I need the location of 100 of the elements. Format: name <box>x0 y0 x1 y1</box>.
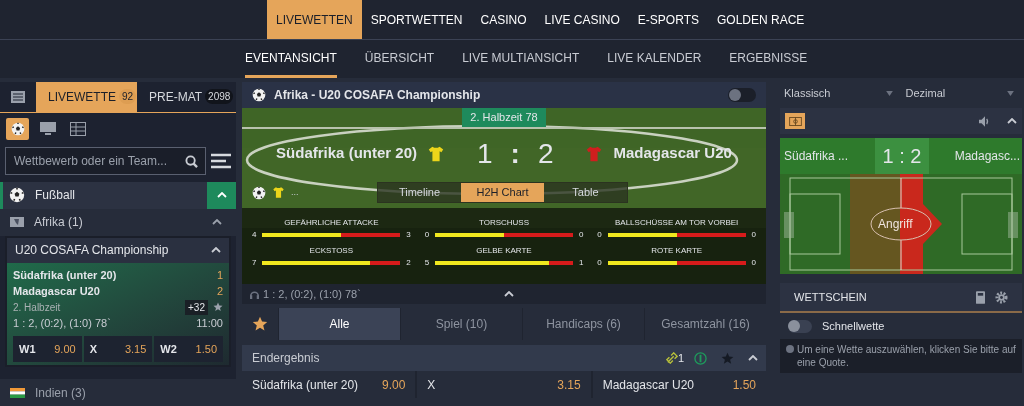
score: 1 : 2 <box>874 138 930 174</box>
nav-tab[interactable]: LIVE CASINO <box>535 0 629 39</box>
stat-value: 0 <box>597 256 602 269</box>
jersey-icon <box>272 186 285 199</box>
stat-value: 4 <box>252 228 257 241</box>
score: 2 <box>537 136 554 171</box>
stat-label: GELBE KARTE <box>476 244 532 257</box>
toggle-switch[interactable] <box>788 319 812 333</box>
odds-value: 1.50 <box>195 341 217 357</box>
jersey-icon <box>427 144 445 163</box>
chevron-up-icon <box>216 192 227 199</box>
odds-button[interactable]: W1 9.00 <box>13 336 82 363</box>
odds-label: W1 <box>19 341 36 357</box>
star-icon[interactable] <box>213 302 223 313</box>
sub-nav-tab[interactable]: LIVE KALENDER <box>607 40 702 78</box>
event-info: 1 : 2, (0:2), (1:0) 78` <box>263 286 362 302</box>
search-field[interactable]: Wettbewerb oder ein Team... <box>5 146 206 175</box>
stat-value: 0 <box>424 228 430 241</box>
football-icon <box>9 187 25 204</box>
score: 1 <box>216 267 223 283</box>
odds-button[interactable]: W2 1.50 <box>154 336 223 363</box>
sidebar-tab[interactable]: LIVEWETTE 92 <box>36 82 137 112</box>
chevron-up-icon <box>212 219 222 226</box>
count-badge: 2098 <box>205 89 234 105</box>
nav-tab[interactable]: SPORTWETTEN <box>361 0 472 39</box>
collapse-button[interactable] <box>207 181 236 209</box>
football-icon <box>10 121 25 136</box>
search-icon[interactable] <box>185 154 198 168</box>
sub-nav-tab[interactable]: LIVE MULTIANSICHT <box>462 40 580 78</box>
nav-tab[interactable]: E-SPORTS <box>628 0 708 39</box>
region-name[interactable]: Indien (3) <box>35 383 86 402</box>
view-tab[interactable]: H2H Chart <box>461 183 544 202</box>
list-icon[interactable] <box>11 90 25 103</box>
calculator-icon[interactable] <box>976 290 985 304</box>
team-name: Südafrika (unter 20) <box>276 143 417 164</box>
menu-icon[interactable] <box>211 152 231 169</box>
toggle-label: Schnellwette <box>822 318 885 334</box>
stat-label: TORSCHUSS <box>478 216 530 229</box>
market-tab[interactable]: Spiel (10) <box>401 308 522 340</box>
link-icon[interactable] <box>665 352 678 364</box>
sidebar-tab[interactable]: PRE-MAT 2098 <box>137 82 236 112</box>
field-view-button[interactable] <box>785 113 805 129</box>
nav-tab[interactable]: GOLDEN RACE <box>707 0 814 39</box>
odds-value: 9.00 <box>54 341 76 357</box>
odds-button[interactable]: Madagascar U20 1.50 <box>592 371 766 398</box>
star-icon <box>252 316 268 332</box>
stat-value: 2 <box>406 256 411 269</box>
stat-value: 0 <box>597 228 602 241</box>
odds-button[interactable]: X 3.15 <box>417 371 591 398</box>
toggle-switch[interactable] <box>728 88 756 102</box>
stat-label: BALLSCHÜSSE AM TOR VORBEI <box>615 216 739 229</box>
more-markets-badge[interactable]: +32 <box>185 299 208 315</box>
betslip-hint: Um eine Wette auszuwählen, klicken Sie bitte auf eine Quote. <box>797 343 1016 369</box>
filter-toggle[interactable] <box>6 117 29 140</box>
match-time: 11:00 <box>196 315 223 331</box>
nav-tab[interactable]: LIVEWETTEN <box>267 0 362 39</box>
sub-nav-tab[interactable]: ÜBERSICHT <box>364 40 435 78</box>
score: 2 <box>216 284 223 300</box>
odds-label: Südafrika (unter 20) <box>252 376 359 394</box>
more-indicator: ... <box>291 185 299 199</box>
headset-icon <box>250 289 259 299</box>
stat-value: 7 <box>252 256 257 269</box>
view-tab[interactable]: Timeline <box>378 183 461 202</box>
caret-icon <box>1007 90 1014 96</box>
team-name: Madagascar U20 <box>13 284 100 300</box>
settings-icon[interactable] <box>995 290 1008 304</box>
stat-value: 3 <box>406 228 411 241</box>
stat-label: ROTE KARTE <box>651 244 703 257</box>
market-tab[interactable]: Alle <box>279 308 400 340</box>
link-count: 1 <box>677 350 684 366</box>
market-tab[interactable]: Handicaps (6) <box>523 308 644 340</box>
football-icon <box>252 185 266 200</box>
chevron-up-icon <box>1007 118 1017 124</box>
odds-label: X <box>89 341 97 357</box>
pitch-icon <box>788 116 802 126</box>
chevron-up-icon <box>504 291 514 297</box>
event-title: Afrika - U20 COSAFA Championship <box>274 87 482 104</box>
odds-button[interactable]: X 3.15 <box>83 336 153 363</box>
nav-tab[interactable]: CASINO <box>471 0 536 39</box>
match-card[interactable]: Südafrika (unter 20) 1 Madagascar U20 2 2. Halbzeit +32 1 : 2, (0:2), (1:0) 78` 11:00 W1 9.00 X 3.15 W2 1.50 <box>7 262 229 366</box>
team-name: Madagasc... <box>953 148 1021 165</box>
match-score-detail: 1 : 2, (0:2), (1:0) 78` <box>13 315 111 331</box>
view-tab[interactable]: Table <box>544 183 627 202</box>
team-name: Südafrika ... <box>783 148 850 165</box>
jersey-icon <box>585 144 604 163</box>
chevron-up-icon <box>211 247 221 254</box>
odds-button[interactable]: Südafrika (unter 20) 9.00 <box>242 371 416 398</box>
market-tab[interactable]: Gesamtzahl (16) <box>645 308 766 340</box>
team-name: Südafrika (unter 20) <box>13 267 117 283</box>
stat-value: 0 <box>578 228 584 241</box>
match-period: 2. Halbzeit <box>13 300 62 315</box>
stat-label: GEFÄHRLICHE ATTACKE <box>284 216 379 229</box>
stat-value: 0 <box>751 256 756 269</box>
market-title: Endergebnis <box>252 350 321 367</box>
chevron-up-icon <box>748 355 758 361</box>
speaker-icon[interactable] <box>979 115 991 127</box>
odds-value: 3.15 <box>557 376 581 394</box>
sub-nav-tab[interactable]: ERGEBNISSE <box>729 40 808 78</box>
star-icon[interactable] <box>721 351 734 365</box>
caret-icon <box>885 90 893 96</box>
